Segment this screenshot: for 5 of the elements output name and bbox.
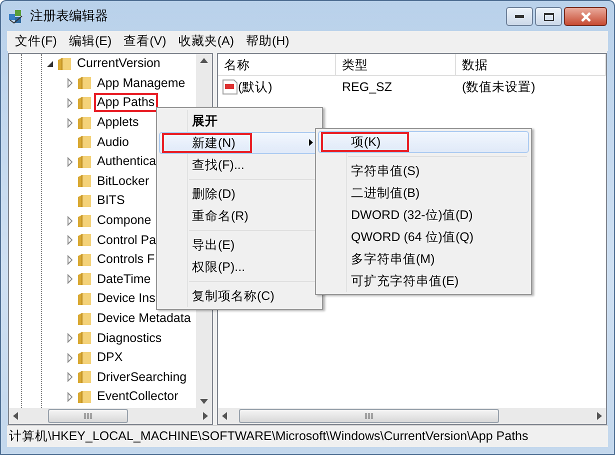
status-bar-path: 计算机\HKEY_LOCAL_MACHINE\SOFTWARE\Microsoft\Windows\CurrentVersion\App Paths (9, 428, 528, 446)
value-type: REG_SZ (341, 78, 394, 96)
value-data: (数值未设置) (461, 78, 536, 96)
window-title: 注册表编辑器 (30, 7, 108, 26)
value-name: (默认) (238, 78, 272, 96)
